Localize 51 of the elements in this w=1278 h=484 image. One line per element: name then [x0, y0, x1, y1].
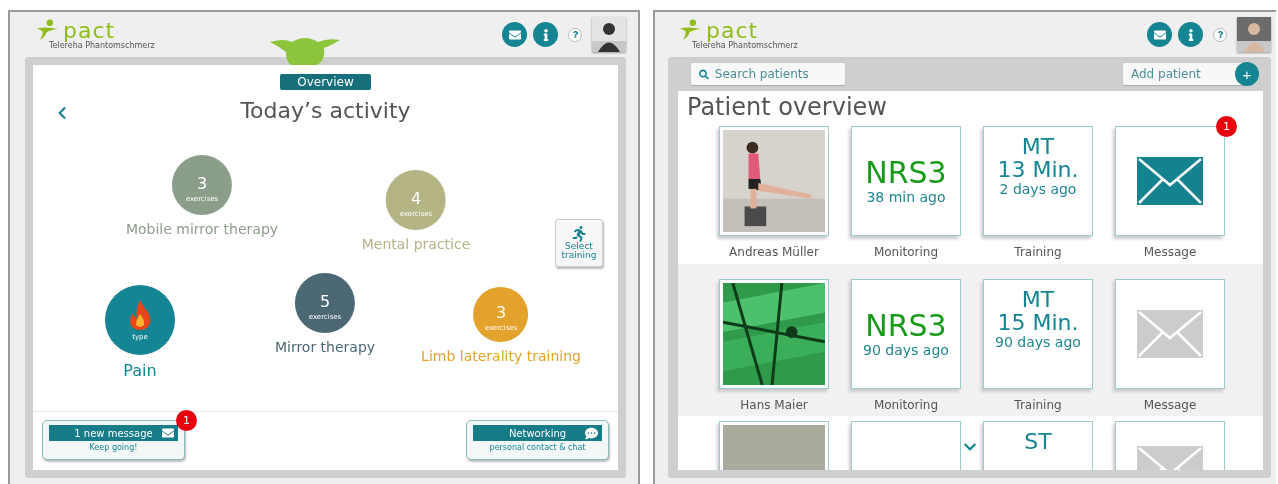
info-button[interactable]: [533, 22, 558, 47]
tile-label: Monitoring: [873, 245, 939, 259]
networking-button[interactable]: Networking personal contact & chat: [466, 420, 609, 460]
message-button[interactable]: 1 new message Keep going!: [42, 420, 185, 460]
tile-label: Message: [1143, 245, 1197, 259]
flame-icon: [129, 299, 151, 330]
message-tile[interactable]: [1115, 279, 1225, 389]
help-button[interactable]: [1213, 27, 1227, 42]
activity-label: Limb laterality training: [421, 348, 581, 364]
activity-label: Mobile mirror therapy: [125, 221, 279, 237]
page-title: Patient overview: [687, 93, 888, 121]
page-title: Today’s activity: [240, 98, 411, 123]
patient-name: Andreas Müller: [729, 245, 819, 259]
exercise-count: 3: [495, 305, 507, 321]
exercise-count: 3: [196, 175, 208, 192]
add-button[interactable]: +: [1235, 62, 1259, 86]
search-field[interactable]: Search patients: [691, 63, 845, 85]
notification-badge: 1: [176, 410, 197, 431]
training-tile[interactable]: MT 15 Min. 90 days ago: [983, 279, 1093, 389]
tile-label: Training: [1014, 398, 1062, 412]
monitoring-tile[interactable]: NRS3 90 days ago: [851, 279, 961, 389]
search-icon: [699, 68, 709, 80]
notification-badge: 1: [1216, 116, 1237, 137]
monitoring-tile[interactable]: NRS3 38 min ago: [851, 126, 961, 236]
tile-label: Message: [1143, 398, 1197, 412]
message-tile[interactable]: [1115, 126, 1225, 236]
pact-logo: pact Telereha Phantomschmerz: [678, 19, 798, 50]
exercise-count: 5: [319, 293, 331, 310]
activity-label: Mirror therapy: [274, 339, 376, 355]
help-button[interactable]: [568, 27, 582, 42]
question-icon: [571, 31, 579, 38]
tile-label: Monitoring: [873, 398, 939, 412]
training-tile[interactable]: MT 13 Min. 2 days ago: [983, 126, 1093, 236]
chat-icon: [585, 427, 598, 440]
envelope-icon: [508, 28, 521, 41]
pact-logo: pact Telereha Phantomschmerz: [35, 19, 155, 50]
mail-button[interactable]: [502, 22, 527, 47]
overview-label: Overview: [280, 74, 371, 90]
mail-button[interactable]: [1147, 22, 1172, 47]
training-tile[interactable]: ST: [983, 421, 1093, 470]
patient-name: Hans Maier: [740, 398, 808, 412]
select-training-button[interactable]: Select training: [555, 219, 603, 267]
runner-icon: [571, 225, 587, 242]
exercise-count: 4: [410, 190, 422, 207]
envelope-icon: [162, 427, 174, 439]
activity-label: Mental practice: [361, 236, 471, 252]
tile-label: Training: [1014, 245, 1062, 259]
question-icon: [1216, 31, 1224, 38]
envelope-icon: [1153, 28, 1166, 41]
activity-label: Pain: [123, 361, 157, 380]
info-button[interactable]: [1178, 22, 1203, 47]
